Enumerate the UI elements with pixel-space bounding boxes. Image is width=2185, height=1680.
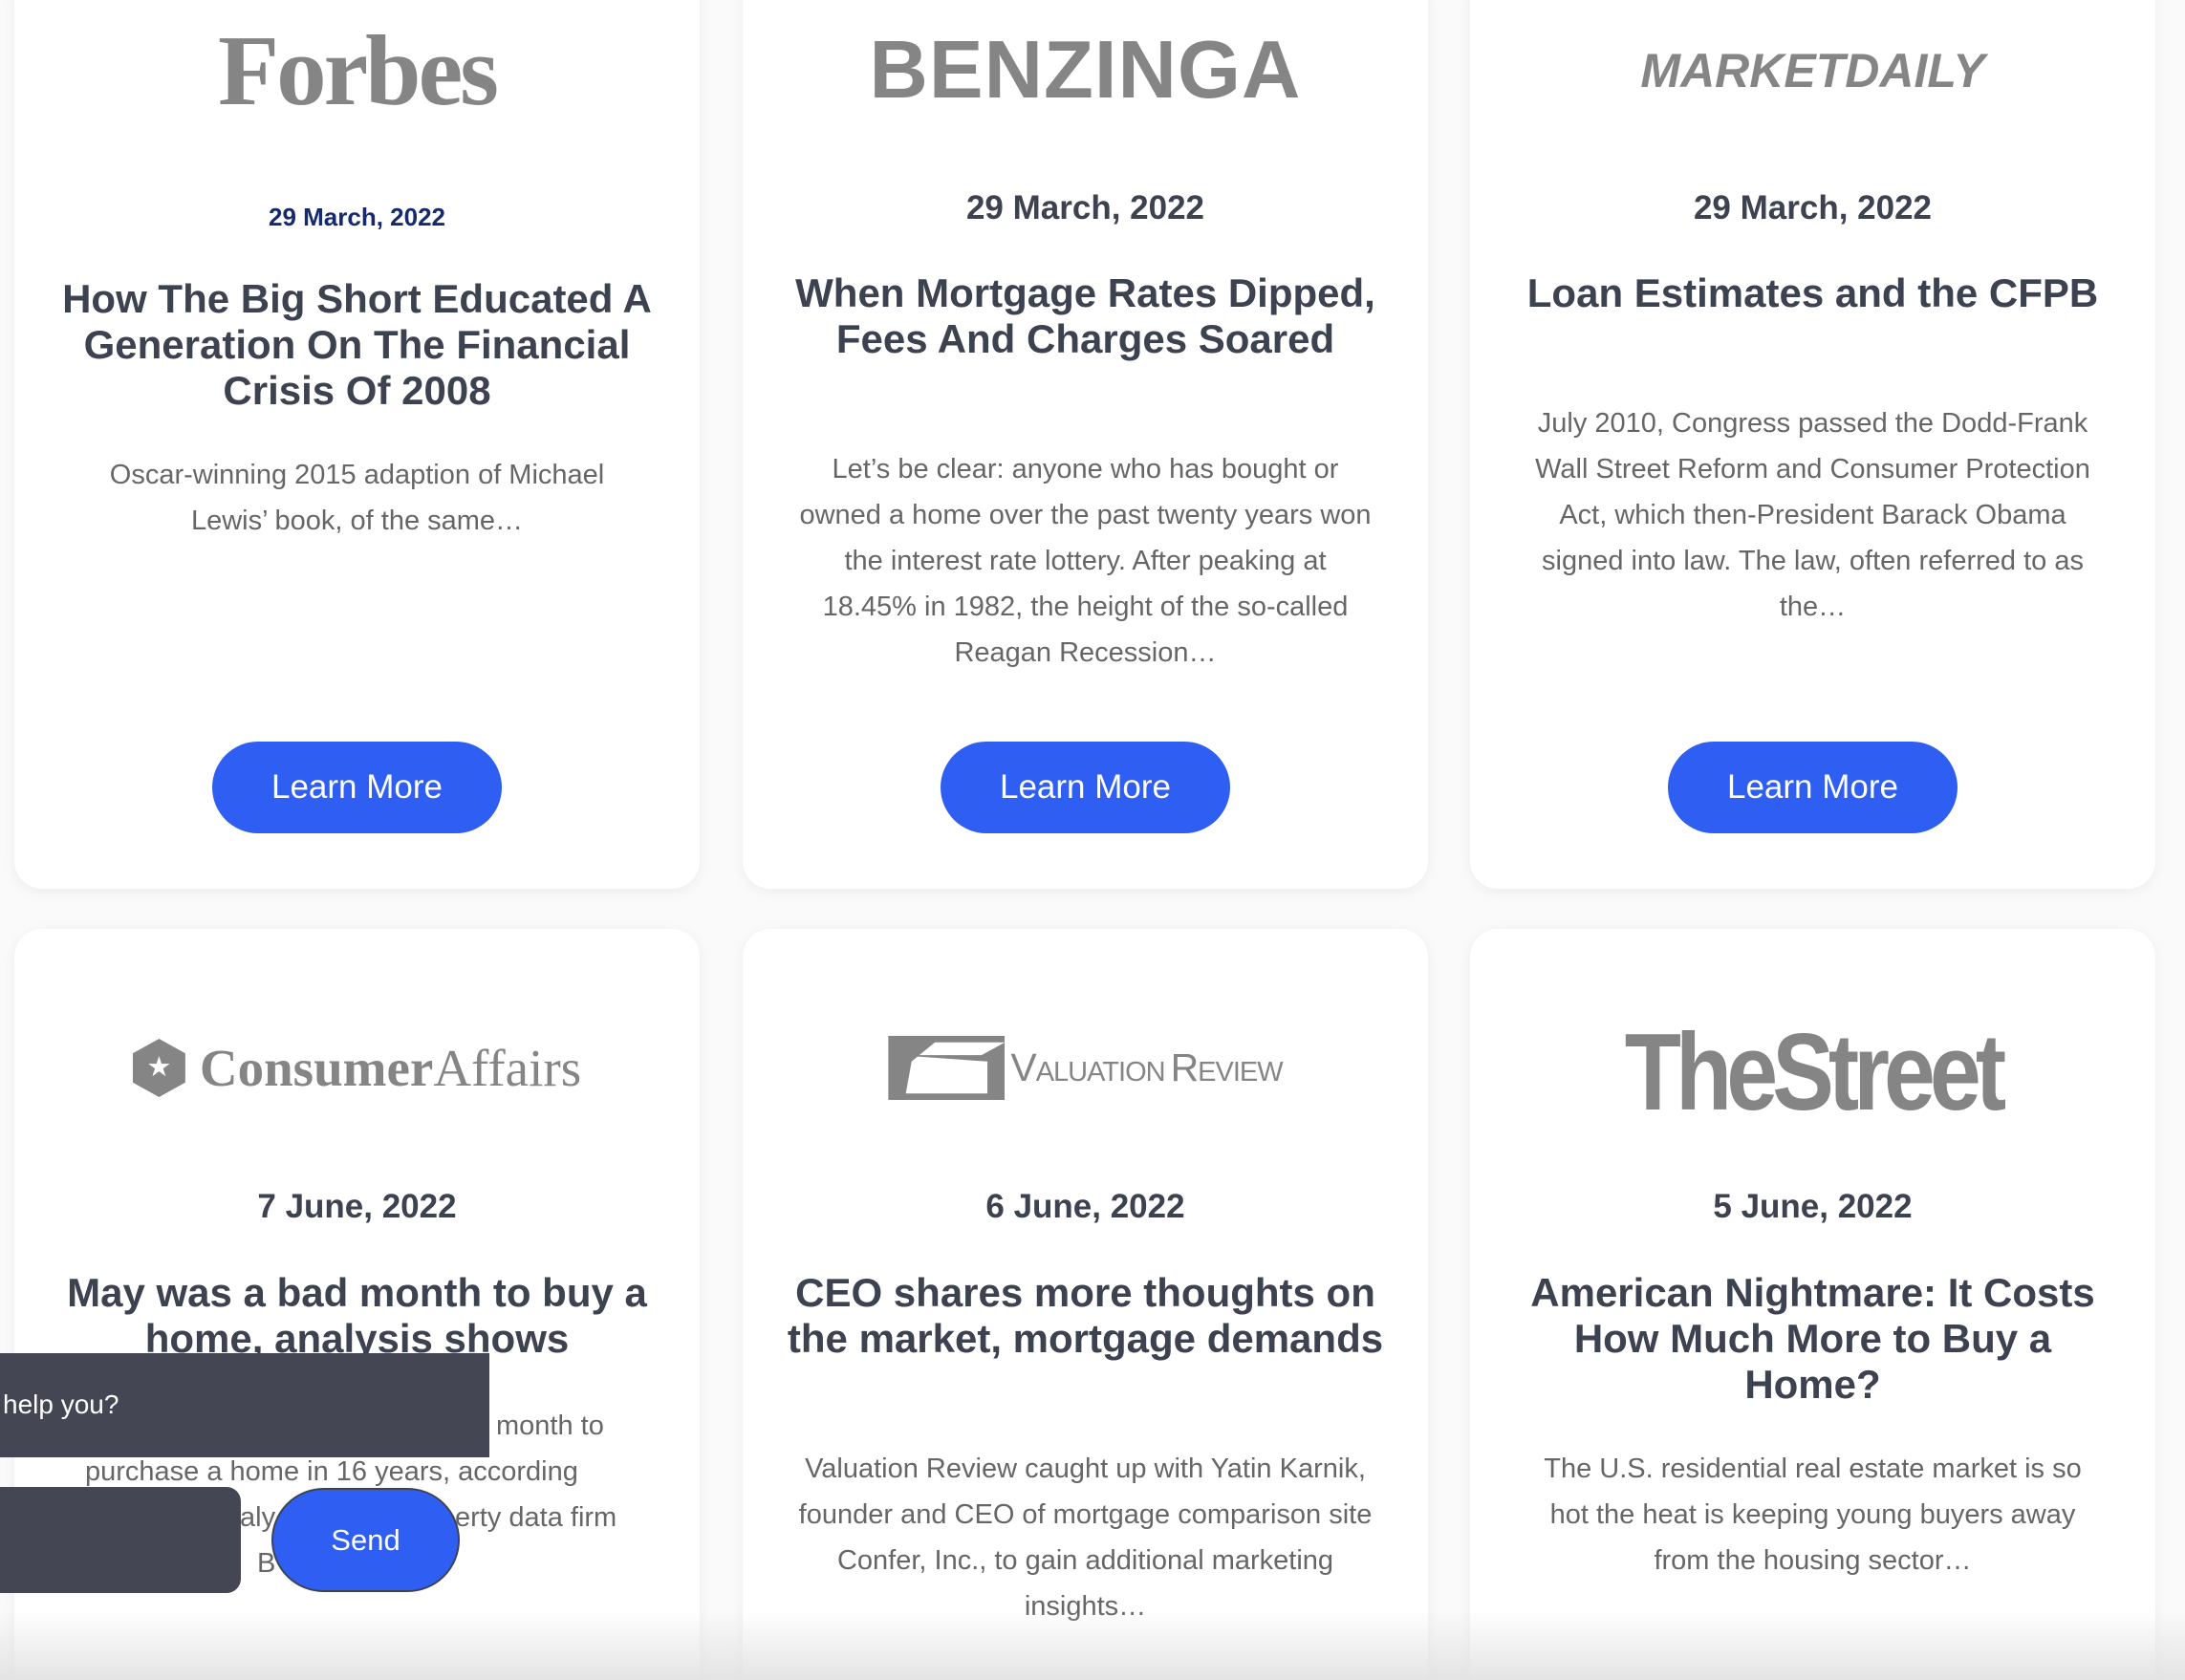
benzinga-logo: BENZINGA <box>869 24 1302 116</box>
bottom-fade <box>0 1610 2185 1680</box>
house-roof-icon <box>888 1036 1006 1100</box>
learn-more-button[interactable]: Learn More <box>212 742 502 833</box>
valuationreview-logo: Valuation Review <box>743 1026 1428 1109</box>
learn-more-button[interactable]: Learn More <box>941 742 1230 833</box>
article-title: American Nightmare: It Costs How Much Mo… <box>1530 1270 2095 1407</box>
valuationreview-logo-text-a: Valuation <box>1010 1045 1165 1089</box>
article-date: 5 June, 2022 <box>1713 1188 1913 1225</box>
chat-message-text: help you? <box>3 1389 119 1419</box>
consumeraffairs-logo-text-b: Affairs <box>433 1039 582 1097</box>
learn-more-button[interactable]: Learn More <box>1668 742 1958 833</box>
article-title: CEO shares more thoughts on the market, … <box>787 1270 1384 1361</box>
article-title: May was a bad month to buy a home, analy… <box>67 1270 647 1361</box>
article-title: Loan Estimates and the CFPB <box>1526 270 2099 315</box>
article-date: 29 March, 2022 <box>268 203 445 231</box>
article-excerpt: July 2010, Congress passed the Dodd-Fran… <box>1535 408 2090 622</box>
article-excerpt-fragment: erty data firm <box>455 1502 617 1533</box>
chat-send-button[interactable]: Send <box>271 1488 460 1592</box>
article-excerpt: The U.S. residential real estate market … <box>1544 1454 2082 1576</box>
article-date: 29 March, 2022 <box>1693 189 1933 226</box>
chat-input[interactable] <box>0 1487 241 1593</box>
article-date: 29 March, 2022 <box>965 189 1205 226</box>
chat-message: help you? <box>0 1353 489 1457</box>
forbes-logo: Forbes <box>217 14 499 126</box>
article-card-thestreet: TheStreet 5 June, 2022 American Nightmar… <box>1470 929 2155 1680</box>
article-excerpt: Oscar-winning 2015 adaption of Michael L… <box>109 460 605 536</box>
article-excerpt-fragment: aly <box>240 1502 276 1533</box>
article-card-forbes: Forbes 29 March, 2022 How The Big Short … <box>14 0 700 889</box>
article-excerpt: Let’s be clear: anyone who has bought or… <box>799 454 1372 668</box>
consumeraffairs-logo-text-a: Consumer <box>199 1039 434 1097</box>
page: Forbes 29 March, 2022 How The Big Short … <box>0 0 2185 1680</box>
article-date: 7 June, 2022 <box>257 1188 457 1225</box>
article-excerpt: Valuation Review caught up with Yatin Ka… <box>798 1454 1373 1622</box>
article-card-marketdaily: MARKETDAILY 29 March, 2022 Loan Estimate… <box>1470 0 2155 889</box>
valuationreview-logo-text-b: Review <box>1170 1045 1284 1089</box>
thestreet-logo: TheStreet <box>1624 1012 2006 1133</box>
consumeraffairs-logo: ★ Consumer Affairs <box>14 1026 700 1109</box>
article-card-benzinga: BENZINGA 29 March, 2022 When Mortgage Ra… <box>743 0 1428 889</box>
article-title: When Mortgage Rates Dipped, Fees And Cha… <box>795 270 1375 361</box>
article-excerpt-fragment: month to <box>496 1411 604 1441</box>
article-title: How The Big Short Educated A Generation … <box>62 276 652 413</box>
hexagon-star-icon: ★ <box>132 1039 185 1097</box>
article-card-valuationreview: Valuation Review 6 June, 2022 CEO shares … <box>743 929 1428 1680</box>
marketdaily-logo: MARKETDAILY <box>1640 43 1985 97</box>
article-date: 6 June, 2022 <box>985 1188 1185 1225</box>
